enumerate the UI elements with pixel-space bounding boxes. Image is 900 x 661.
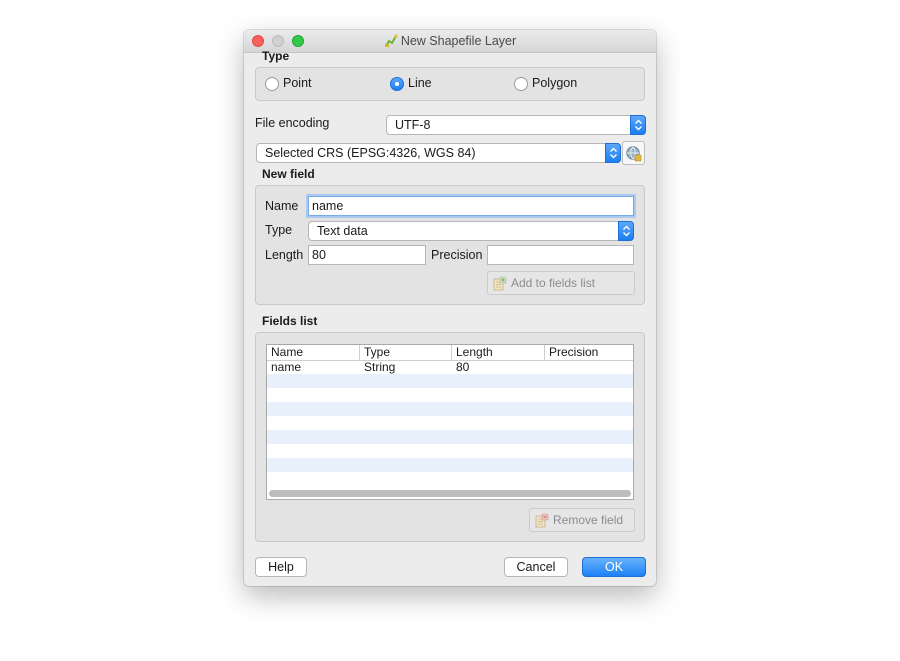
radio-line[interactable]: Line	[390, 76, 432, 91]
field-type-dropdown-button[interactable]	[618, 221, 634, 241]
new-field-section-label: New field	[262, 167, 315, 181]
chevron-up-down-icon	[635, 119, 642, 131]
file-encoding-label: File encoding	[255, 116, 330, 130]
field-type-select[interactable]: Text data	[308, 221, 634, 241]
field-type-label: Type	[265, 223, 293, 237]
horizontal-scrollbar[interactable]	[269, 490, 631, 497]
window-title: New Shapefile Layer	[400, 34, 517, 48]
fields-table-header: Name Type Length Precision	[267, 345, 633, 361]
field-type-value: Text data	[317, 224, 368, 238]
cell-type: String	[364, 360, 396, 374]
empty-table-row	[267, 374, 633, 388]
file-encoding-value: UTF-8	[395, 118, 431, 132]
remove-field-button[interactable]: Remove field	[529, 508, 635, 532]
chevron-up-down-icon	[610, 147, 617, 159]
field-name-input[interactable]	[308, 196, 634, 216]
new-shapefile-layer-dialog: New Shapefile Layer Type Point Line Poly…	[244, 30, 656, 586]
field-name-label: Name	[265, 199, 299, 213]
fields-list-section-label: Fields list	[262, 314, 318, 328]
field-precision-input[interactable]	[487, 245, 634, 265]
field-length-input[interactable]	[308, 245, 426, 265]
empty-table-row	[267, 472, 633, 486]
crs-value: Selected CRS (EPSG:4326, WGS 84)	[265, 146, 476, 160]
radio-polygon[interactable]: Polygon	[514, 76, 578, 91]
geometry-type-group: Point Line Polygon	[255, 67, 645, 101]
cell-length: 80	[456, 360, 470, 374]
field-precision-label: Precision	[431, 248, 483, 262]
empty-table-row	[267, 444, 633, 458]
ok-button[interactable]: OK	[582, 557, 646, 577]
type-section-label: Type	[262, 49, 290, 63]
window-title-wrap: New Shapefile Layer	[244, 34, 656, 48]
globe-crs-icon	[626, 146, 642, 162]
crs-selector-button[interactable]	[622, 141, 645, 165]
file-encoding-select[interactable]: UTF-8	[386, 115, 646, 135]
empty-table-row	[267, 402, 633, 416]
radio-line-label: Line	[408, 76, 432, 90]
cell-name: name	[271, 360, 302, 374]
new-shapefile-icon	[384, 34, 398, 47]
radio-polygon-circle[interactable]	[514, 77, 528, 91]
column-header-length[interactable]: Length	[452, 345, 545, 360]
remove-field-icon	[535, 513, 549, 527]
table-row[interactable]: name String 80	[267, 360, 633, 374]
radio-point[interactable]: Point	[265, 76, 312, 91]
add-to-fields-list-button[interactable]: Add to fields list	[487, 271, 635, 295]
field-length-label: Length	[265, 248, 304, 262]
remove-field-label: Remove field	[553, 513, 624, 527]
add-to-fields-list-label: Add to fields list	[511, 276, 596, 290]
radio-line-circle[interactable]	[390, 77, 404, 91]
empty-table-row	[267, 458, 633, 472]
crs-select[interactable]: Selected CRS (EPSG:4326, WGS 84)	[256, 143, 621, 163]
empty-table-row	[267, 388, 633, 402]
empty-table-row	[267, 430, 633, 444]
file-encoding-dropdown-button[interactable]	[630, 115, 646, 135]
column-header-precision[interactable]: Precision	[545, 345, 633, 360]
column-header-name[interactable]: Name	[267, 345, 360, 360]
help-button[interactable]: Help	[255, 557, 307, 577]
radio-point-circle[interactable]	[265, 77, 279, 91]
add-field-icon	[493, 276, 507, 290]
radio-polygon-label: Polygon	[532, 76, 578, 90]
empty-table-row	[267, 416, 633, 430]
crs-dropdown-button[interactable]	[605, 143, 621, 163]
cancel-button[interactable]: Cancel	[504, 557, 568, 577]
column-header-type[interactable]: Type	[360, 345, 452, 360]
chevron-up-down-icon	[623, 225, 630, 237]
title-bar[interactable]: New Shapefile Layer	[244, 30, 656, 53]
fields-table[interactable]: Name Type Length Precision name String 8…	[266, 344, 634, 500]
radio-point-label: Point	[283, 76, 312, 90]
